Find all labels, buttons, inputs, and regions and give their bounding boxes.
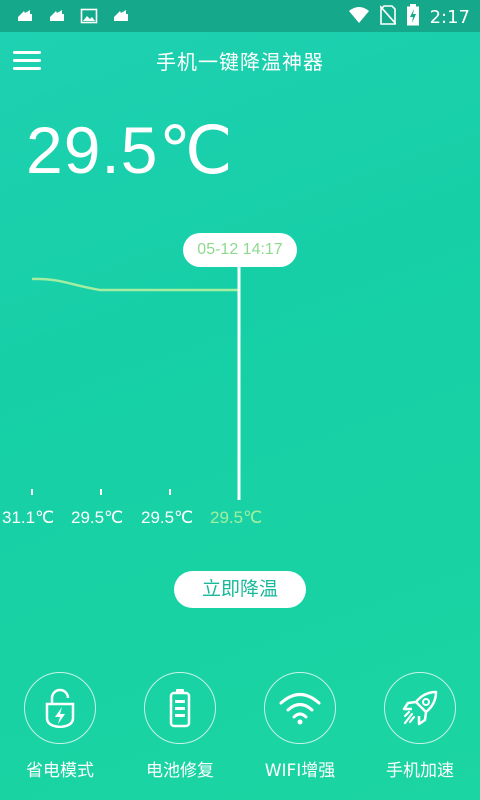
tool-label: 手机加速	[386, 761, 454, 781]
tool-power-saving[interactable]: 省电模式	[0, 672, 120, 781]
status-right: 2:17	[348, 4, 470, 30]
temperature-chart	[31, 262, 241, 500]
wifi-icon	[348, 6, 370, 28]
status-time: 2:17	[429, 6, 470, 28]
tool-circle	[264, 672, 336, 744]
rocket-icon	[402, 690, 438, 726]
page-title: 手机一键降温神器	[156, 50, 324, 74]
current-temperature: 29.5℃	[26, 113, 234, 187]
app-notification-icon	[16, 7, 34, 25]
tool-circle	[384, 672, 456, 744]
status-notification-icons	[16, 7, 130, 25]
tool-label: 省电模式	[26, 761, 94, 781]
no-sim-icon	[378, 5, 397, 29]
chart-tick-label: 31.1℃	[2, 508, 55, 527]
image-icon	[80, 7, 98, 25]
battery-icon	[169, 689, 191, 728]
tool-phone-speedup[interactable]: 手机加速	[360, 672, 480, 781]
chart-tick-label: 29.5℃	[71, 508, 124, 527]
app-notification-icon	[112, 7, 130, 25]
tool-label: WIFI增强	[264, 761, 336, 781]
battery-icon	[406, 4, 420, 30]
tool-circle	[144, 672, 216, 744]
tool-circle	[24, 672, 96, 744]
app-notification-icon	[48, 7, 66, 25]
wifi-icon	[279, 693, 321, 725]
tool-label: 电池修复	[146, 761, 214, 781]
tool-wifi-boost[interactable]: WIFI增强	[240, 672, 360, 781]
chart-tooltip: 05-12 14:17	[183, 233, 297, 267]
lock-bolt-icon	[45, 688, 75, 728]
chart-tick-label-active: 29.5℃	[210, 508, 263, 527]
cool-down-button[interactable]: 立即降温	[174, 571, 306, 608]
temperature-line	[31, 277, 238, 292]
chart-tick-label: 29.5℃	[141, 508, 194, 527]
tool-battery-repair[interactable]: 电池修复	[120, 672, 240, 781]
